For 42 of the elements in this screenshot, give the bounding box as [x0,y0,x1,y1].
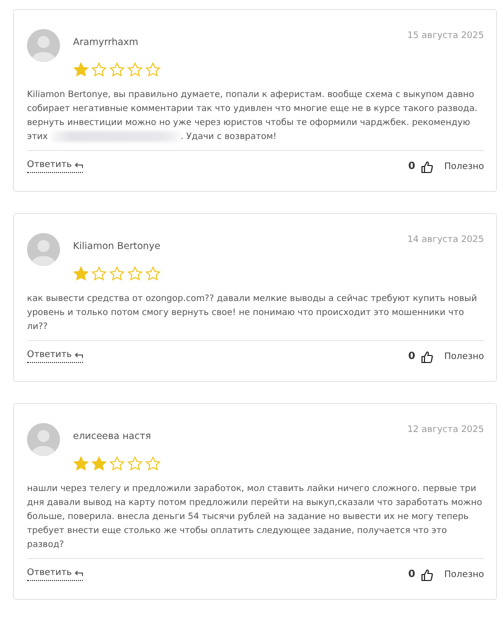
empty-star-icon [145,456,161,472]
reply-link[interactable]: Ответить [27,350,83,363]
empty-star-icon [109,62,125,78]
empty-star-icon [91,266,107,282]
reply-arrow-icon [74,569,83,577]
empty-star-icon [145,62,161,78]
filled-star-icon [73,62,89,78]
empty-star-icon [127,62,143,78]
avatar-icon [27,233,60,266]
reply-arrow-icon [74,161,83,169]
filled-star-icon [73,266,89,282]
filled-star-icon [73,456,89,472]
empty-star-icon [109,266,125,282]
review-text: Kiliamon Bertonye, вы правильно думаете, попали к аферистам. вообще схема с выкупом давно собирает негативные комментарии так что удивлен что многие еще не в курсе такого развода. вернуть инвестиции можно но уже через юристов чтобы те оформили чарджбек. рекомендую этих . Удачи с возвратом! [27,89,478,144]
review-text: как вывести средства от ozongop.com?? давали мелкие выводы а сейчас требуют купить новый уровень и только потом смогу вернуть свое! не понимаю что происходит это мошенники что ли?? [27,293,478,334]
empty-star-icon [91,62,107,78]
helpful-label[interactable]: Полезно [444,570,484,580]
review-date: 12 августа 2025 [407,425,484,435]
avatar-icon [27,29,60,62]
helpful-label[interactable]: Полезно [444,352,484,362]
reply-arrow-icon [74,351,83,359]
reply-link[interactable]: Ответить [27,568,83,581]
like-count: 0 [408,569,416,580]
like-count: 0 [408,351,416,362]
review-text: нашли через телегу и предложили заработок, мол ставить лайки ничего сложного. первые три дня давали вывод на карту потом предложили перейти на выкуп,сказали что заработать можно больше, поверила. внесла деньги 54 тысячи рублей на задание но вывести их не могу теперь требует внести еще столько же чтобы оплатить следующее задание, получается что это развод? [27,483,484,552]
avatar-icon [27,423,60,456]
empty-star-icon [145,266,161,282]
author-name: Aramyrrhaxm [73,37,140,48]
like-count: 0 [408,161,416,172]
empty-star-icon [109,456,125,472]
filled-star-icon [91,456,107,472]
author-name: Kiliamon Bertonye [73,241,162,252]
empty-star-icon [127,456,143,472]
author-name: елисеева настя [73,431,152,442]
thumbs-up-icon[interactable] [421,160,434,172]
helpful-label[interactable]: Полезно [444,162,484,172]
thumbs-up-icon[interactable] [421,568,434,580]
review-date: 14 августа 2025 [407,235,484,245]
review-date: 15 августа 2025 [407,31,484,41]
reply-link[interactable]: Ответить [27,160,83,173]
thumbs-up-icon[interactable] [421,350,434,362]
empty-star-icon [127,266,143,282]
